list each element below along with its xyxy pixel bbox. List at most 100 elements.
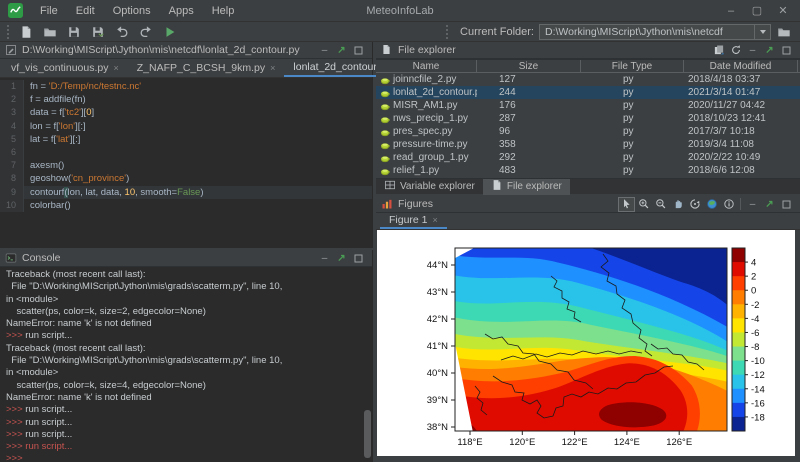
line-number: 5 [0, 133, 24, 146]
figures-maximize-button[interactable] [778, 197, 795, 212]
tab-variable-explorer[interactable]: Variable explorer [376, 179, 483, 195]
code-text: lon = f['lon'][:] [24, 120, 372, 133]
menu-options[interactable]: Options [104, 5, 160, 17]
copy-file-button[interactable] [710, 43, 727, 58]
window-title: MeteoInfoLab [366, 0, 433, 22]
tab-file-explorer[interactable]: File explorer [483, 179, 570, 195]
save-all-button[interactable] [88, 23, 108, 40]
file-explorer-maximize-button[interactable] [778, 43, 795, 58]
code-line: 9contourf(lon, lat, data, 10, smooth=Fal… [0, 186, 372, 199]
menu-file[interactable]: File [31, 5, 67, 17]
chevron-down-icon[interactable] [754, 25, 770, 39]
undo-button[interactable] [112, 23, 132, 40]
console-line: NameError: name 'k' is not defined [6, 392, 372, 404]
console-line: scatter(ps, color=k, size=4, edgecolor=N… [6, 380, 372, 392]
table-row[interactable]: pressure-time.py358py2019/3/4 11:08 [376, 138, 800, 151]
menu-help[interactable]: Help [203, 5, 244, 17]
python-file-icon [380, 75, 390, 85]
contour-map-figure: 44°N43°N42°N41°N40°N39°N38°N118°E120°E12… [377, 230, 795, 456]
editor-maximize-button[interactable] [350, 43, 367, 58]
close-icon[interactable]: × [270, 63, 275, 73]
run-script-icon [163, 25, 177, 39]
close-icon[interactable]: × [433, 215, 438, 225]
console-panel-header: Console – ↗ [0, 250, 372, 267]
code-text [24, 146, 372, 159]
grid-icon [384, 179, 396, 194]
save-button[interactable] [64, 23, 84, 40]
column-header-size[interactable]: Size [477, 60, 581, 72]
file-date-cell: 2018/10/23 12:41 [684, 113, 798, 124]
editor-minimize-button[interactable]: – [316, 43, 333, 58]
file-name-cell: nws_precip_1.py [376, 113, 477, 124]
info-button[interactable] [720, 197, 737, 212]
editor-panel: D:\Working\MIScript\Jython\mis\netcdf\lo… [0, 42, 373, 248]
close-icon[interactable]: × [113, 63, 118, 73]
refresh-button[interactable] [727, 43, 744, 58]
editor-tab-vf_vis_continuous.py[interactable]: vf_vis_continuous.py× [2, 58, 128, 77]
console-line: in <module> [6, 367, 372, 379]
code-line: 3data = f['tc2'][0] [0, 106, 372, 119]
table-row[interactable]: nws_precip_1.py287py2018/10/23 12:41 [376, 112, 800, 125]
file-name-cell: pressure-time.py [376, 139, 477, 150]
python-file-icon [380, 114, 390, 124]
menu-apps[interactable]: Apps [160, 5, 203, 17]
console-float-button[interactable]: ↗ [333, 251, 350, 266]
column-header-name[interactable]: Name [376, 60, 477, 72]
current-folder-label: Current Folder: [460, 26, 534, 38]
chart-icon [381, 198, 393, 210]
file-explorer-float-button[interactable]: ↗ [761, 43, 778, 58]
figures-float-button[interactable]: ↗ [761, 197, 778, 212]
file-size-cell: 287 [477, 113, 581, 124]
tab-figure-1[interactable]: Figure 1 × [380, 212, 447, 229]
python-file-icon [380, 166, 390, 176]
figures-panel: Figures –↗ Figure 1 × 44°N43°N42°N41°N40… [376, 196, 800, 462]
python-file-icon [380, 88, 390, 98]
table-row[interactable]: MISR_AM1.py176py2020/11/27 04:42 [376, 99, 800, 112]
table-row[interactable]: relief_1.py483py2018/6/6 12:08 [376, 164, 800, 177]
console-scrollbar[interactable] [364, 410, 371, 458]
code-text: axesm() [24, 159, 372, 172]
browse-folder-button[interactable] [774, 23, 794, 40]
table-row[interactable]: pres_spec.py96py2017/3/7 10:18 [376, 125, 800, 138]
pan-button[interactable] [669, 197, 686, 212]
console-minimize-button[interactable]: – [316, 251, 333, 266]
rotate-button[interactable] [686, 197, 703, 212]
console-output[interactable]: Traceback (most recent call last): File … [0, 267, 372, 462]
close-button[interactable]: ✕ [770, 1, 796, 21]
maximize-button[interactable]: ▢ [744, 1, 770, 21]
code-line: 6 [0, 146, 372, 159]
file-type-cell: py [581, 87, 684, 98]
figure-canvas[interactable]: 44°N43°N42°N41°N40°N39°N38°N118°E120°E12… [377, 230, 795, 456]
editor-file-path: D:\Working\MIScript\Jython\mis\netcdf\lo… [22, 44, 300, 56]
table-row[interactable]: lonlat_2d_contour.py244py2021/3/14 01:47 [376, 86, 800, 99]
svg-text:2: 2 [751, 272, 756, 283]
console-line: NameError: name 'k' is not defined [6, 318, 372, 330]
separator [740, 198, 741, 210]
editor-float-button[interactable]: ↗ [333, 43, 350, 58]
new-file-button[interactable] [16, 23, 36, 40]
zoom-out-button[interactable] [652, 197, 669, 212]
column-header-date-modified[interactable]: Date Modified [684, 60, 798, 72]
column-header-file-type[interactable]: File Type [581, 60, 684, 72]
redo-button[interactable] [136, 23, 156, 40]
menu-edit[interactable]: Edit [67, 5, 104, 17]
current-folder-combobox[interactable]: D:\Working\MIScript\Jython\mis\netcdf [539, 24, 771, 40]
file-explorer-minimize-button[interactable]: – [744, 43, 761, 58]
file-size-cell: 127 [477, 74, 581, 85]
svg-text:44°N: 44°N [427, 260, 448, 271]
minimize-button[interactable]: – [718, 1, 744, 21]
console-maximize-button[interactable] [350, 251, 367, 266]
edit-file-icon [5, 44, 17, 56]
open-folder-button[interactable] [40, 23, 60, 40]
table-row[interactable]: read_group_1.py292py2020/2/22 10:49 [376, 151, 800, 164]
cursor-button[interactable] [618, 197, 635, 212]
globe-button[interactable] [703, 197, 720, 212]
svg-text:-16: -16 [751, 398, 765, 409]
editor-tab-Z_NAFP_C_BCSH_9km.py[interactable]: Z_NAFP_C_BCSH_9km.py× [128, 58, 285, 77]
table-row[interactable]: joinncfile_2.py127py2018/4/18 03:37 [376, 73, 800, 86]
zoom-in-button[interactable] [635, 197, 652, 212]
run-script-button[interactable] [160, 23, 180, 40]
svg-text:38°N: 38°N [427, 422, 448, 433]
figures-minimize-button[interactable]: – [744, 197, 761, 212]
code-editor[interactable]: 1fn = 'D:/Temp/nc/testnc.nc'2f = addfile… [0, 78, 372, 246]
